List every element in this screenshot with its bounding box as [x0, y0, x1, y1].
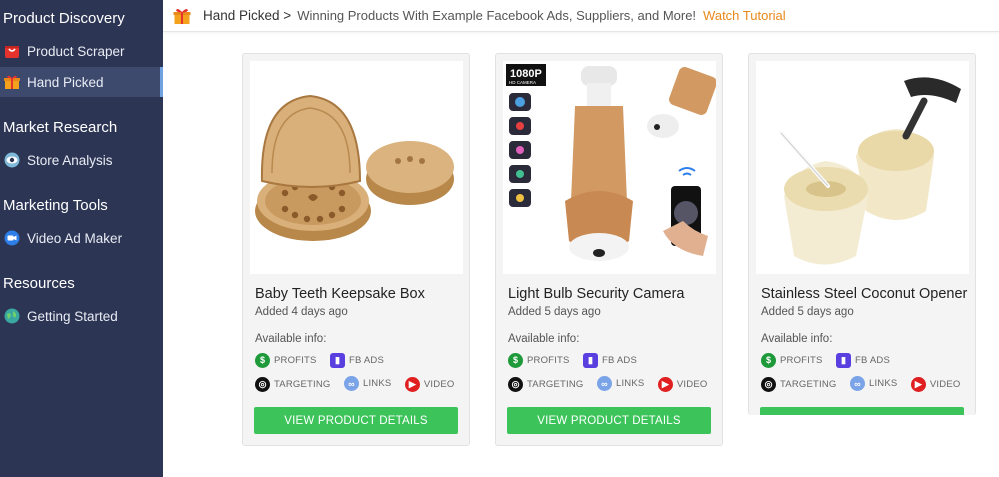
badge-video: ▶ VIDEO — [404, 376, 455, 392]
link-icon: ∞ — [849, 376, 865, 391]
product-image-light-bulb-camera[interactable]: 1080P HD CAMERA — [503, 61, 716, 274]
available-info-label: Available info: — [508, 333, 580, 345]
badge-label: TARGETING — [780, 378, 837, 390]
badge-label: FB ADS — [349, 355, 385, 366]
target-icon: ◎ — [761, 376, 776, 392]
sidebar-item-label: Store Analysis — [27, 152, 113, 168]
added-date: Added 5 days ago — [508, 306, 601, 318]
camera-tag-hd: HD CAMERA — [509, 80, 536, 85]
watch-tutorial-link[interactable]: Watch Tutorial — [703, 8, 786, 23]
dollar-icon: $ — [761, 352, 776, 368]
badge-label: VIDEO — [676, 378, 708, 390]
sidebar: Product Discovery Product Scraper Hand P… — [0, 0, 163, 477]
product-card: Baby Teeth Keepsake Box Added 4 days ago… — [242, 53, 470, 446]
product-image-coconut-opener[interactable] — [756, 61, 969, 274]
badge-fb-ads: ▮ FB ADS — [583, 353, 637, 369]
play-icon: ▶ — [910, 376, 926, 392]
badge-video: ▶ VIDEO — [657, 376, 708, 392]
target-icon: ◎ — [255, 376, 270, 392]
badge-targeting: ◎ TARGETING — [508, 376, 584, 392]
sidebar-item-video-ad-maker[interactable]: Video Ad Maker — [0, 223, 163, 253]
badge-fb-ads: ▮ FB ADS — [836, 353, 890, 369]
product-image-baby-teeth-box[interactable] — [250, 61, 463, 274]
badge-profits: $ PROFITS — [255, 352, 317, 368]
breadcrumb-hand-picked[interactable]: Hand Picked > — [203, 8, 291, 23]
view-product-details-button[interactable]: VIEW PRODUCT DETAILS — [254, 407, 458, 434]
play-icon: ▶ — [657, 376, 673, 392]
badge-targeting: ◎ TARGETING — [761, 376, 837, 392]
breadcrumb-bar: Hand Picked > Winning Products With Exam… — [163, 0, 999, 32]
app-root: Product Discovery Product Scraper Hand P… — [0, 0, 999, 477]
badge-label: TARGETING — [527, 378, 584, 390]
camera-tag-1080p: 1080P — [510, 68, 542, 80]
badge-label: PROFITS — [274, 354, 317, 366]
section-title-marketing-tools: Marketing Tools — [3, 197, 108, 214]
available-info-label: Available info: — [255, 333, 327, 345]
badge-video: ▶ VIDEO — [910, 376, 961, 392]
badge-profits: $ PROFITS — [508, 352, 570, 368]
badge-targeting: ◎ TARGETING — [255, 376, 331, 392]
shopping-bag-icon — [4, 43, 20, 59]
product-card: Stainless Steel Coconut Opener Added 5 d… — [748, 53, 976, 415]
view-product-details-button-partial[interactable] — [760, 407, 964, 415]
badge-label: PROFITS — [527, 354, 570, 366]
added-date: Added 4 days ago — [255, 306, 348, 318]
bar-chart-icon: ▮ — [583, 353, 599, 368]
section-title-resources: Resources — [3, 275, 75, 292]
available-info-label: Available info: — [761, 333, 833, 345]
sidebar-item-getting-started[interactable]: Getting Started — [0, 301, 163, 331]
link-icon: ∞ — [343, 376, 359, 391]
section-title-product-discovery: Product Discovery — [3, 10, 125, 27]
badge-profits: $ PROFITS — [761, 352, 823, 368]
product-title[interactable]: Stainless Steel Coconut Opener — [761, 286, 967, 302]
product-card: 1080P HD CAMERA Light Bulb Security Came… — [495, 53, 723, 446]
link-icon: ∞ — [596, 376, 612, 391]
gift-icon — [173, 7, 191, 25]
info-badges: $ PROFITS ▮ FB ADS ◎ TARGETING ∞ LINKS ▶ VIDE… — [255, 350, 465, 397]
badge-label: PROFITS — [780, 354, 823, 366]
eye-icon — [4, 152, 20, 168]
play-icon: ▶ — [404, 376, 420, 392]
target-icon: ◎ — [508, 376, 523, 392]
sidebar-item-hand-picked[interactable]: Hand Picked — [0, 67, 163, 97]
bar-chart-icon: ▮ — [330, 353, 346, 368]
badge-label: FB ADS — [602, 355, 638, 366]
sidebar-item-product-scraper[interactable]: Product Scraper — [0, 36, 163, 66]
badge-label: VIDEO — [423, 378, 455, 390]
badge-label: VIDEO — [929, 378, 961, 390]
badge-label: LINKS — [362, 378, 392, 389]
badge-label: TARGETING — [274, 378, 331, 390]
badge-label: LINKS — [615, 378, 645, 389]
page-description: Winning Products With Example Facebook A… — [297, 8, 697, 23]
info-badges: $ PROFITS ▮ FB ADS ◎ TARGETING ∞ LINKS ▶ VIDE… — [761, 350, 971, 397]
video-camera-icon — [4, 230, 20, 246]
badge-links: ∞ LINKS — [596, 376, 645, 392]
badge-label: LINKS — [868, 378, 898, 389]
product-title[interactable]: Light Bulb Security Camera — [508, 286, 685, 302]
globe-icon — [4, 308, 20, 324]
badge-label: FB ADS — [855, 355, 891, 366]
added-date: Added 5 days ago — [761, 306, 854, 318]
badge-links: ∞ LINKS — [849, 376, 898, 392]
section-title-market-research: Market Research — [3, 119, 118, 136]
sidebar-item-label: Video Ad Maker — [27, 230, 123, 246]
badge-links: ∞ LINKS — [343, 376, 392, 392]
badge-fb-ads: ▮ FB ADS — [330, 353, 384, 369]
info-badges: $ PROFITS ▮ FB ADS ◎ TARGETING ∞ LINKS ▶ VIDE… — [508, 350, 718, 397]
sidebar-item-store-analysis[interactable]: Store Analysis — [0, 145, 163, 175]
gift-icon — [4, 74, 20, 90]
view-product-details-button[interactable]: VIEW PRODUCT DETAILS — [507, 407, 711, 434]
product-title[interactable]: Baby Teeth Keepsake Box — [255, 286, 425, 302]
dollar-icon: $ — [508, 352, 523, 368]
bar-chart-icon: ▮ — [836, 353, 852, 368]
sidebar-item-label: Product Scraper — [27, 43, 125, 59]
sidebar-item-label: Getting Started — [27, 308, 118, 324]
sidebar-item-label: Hand Picked — [27, 74, 104, 90]
dollar-icon: $ — [255, 352, 270, 368]
